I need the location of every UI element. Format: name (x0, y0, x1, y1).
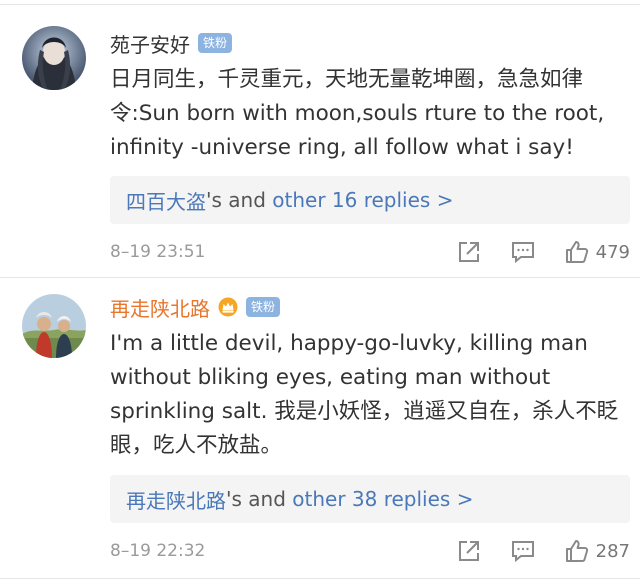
comment-text: 日月同生，千灵重元，天地无量乾坤圈，急急如律令:Sun born with mo… (110, 67, 605, 160)
username-row: 再走陕北路 铁粉 (110, 293, 281, 322)
comment-meta: 8–19 22:32 287 (110, 536, 630, 566)
avatar[interactable] (22, 294, 86, 358)
timestamp: 8–19 22:32 (110, 541, 206, 561)
timestamp: 8–19 23:51 (110, 242, 206, 262)
username-row: 苑子安好 铁粉 (110, 29, 233, 58)
replies-connector: 's and (226, 487, 293, 511)
comment-icon[interactable] (510, 538, 536, 564)
share-icon[interactable] (456, 239, 482, 265)
fan-badge: 铁粉 (246, 297, 281, 317)
fan-badge: 铁粉 (198, 33, 233, 53)
replies-link[interactable]: 四百大盗 's and other 16 replies > (110, 176, 630, 224)
thumbs-up-icon[interactable] (564, 239, 590, 265)
replies-link[interactable]: 再走陕北路 's and other 38 replies > (110, 475, 630, 523)
comment-thread: 苑子安好 铁粉 日月同生，千灵重元，天地无量乾坤圈，急急如律令:Sun born… (0, 0, 640, 584)
share-icon[interactable] (456, 538, 482, 564)
comment-divider (0, 277, 640, 278)
reply-author[interactable]: 四百大盗 (126, 186, 206, 215)
avatar[interactable] (22, 26, 86, 90)
username[interactable]: 再走陕北路 (110, 293, 210, 322)
comment-text: I'm a little devil, happy-go-luvky, kill… (110, 331, 619, 458)
bottom-divider (0, 578, 640, 579)
replies-connector: 's and (206, 188, 273, 212)
comment-icon[interactable] (510, 239, 536, 265)
more-replies-link[interactable]: other 38 replies > (292, 487, 473, 511)
comment-actions: 479 (456, 239, 630, 265)
reply-author[interactable]: 再走陕北路 (126, 485, 226, 514)
username[interactable]: 苑子安好 (110, 29, 190, 58)
more-replies-link[interactable]: other 16 replies > (272, 188, 453, 212)
top-divider (0, 4, 640, 5)
comment-meta: 8–19 23:51 479 (110, 237, 630, 267)
thumbs-up-icon[interactable] (564, 538, 590, 564)
like-count: 479 (595, 241, 630, 263)
crown-icon (218, 297, 238, 317)
comment-actions: 287 (456, 538, 630, 564)
like-count: 287 (595, 540, 630, 562)
